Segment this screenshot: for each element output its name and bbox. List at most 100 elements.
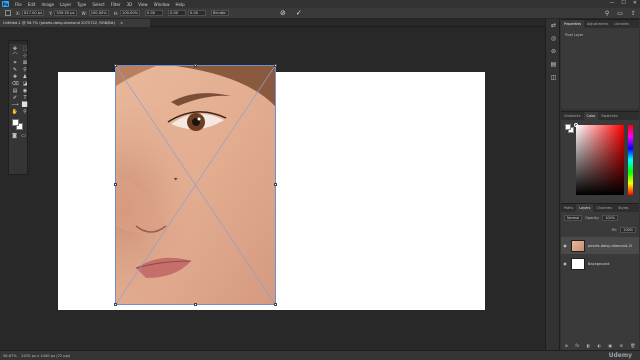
close-tab-icon[interactable]: × bbox=[120, 21, 123, 25]
character-icon[interactable]: ◫ bbox=[546, 71, 561, 84]
commit-transform-icon[interactable]: ✓ bbox=[296, 9, 302, 17]
opacity-field[interactable]: 100% bbox=[602, 215, 618, 221]
transform-handle-bottom-left[interactable] bbox=[114, 303, 117, 306]
transform-bounding-box[interactable] bbox=[114, 64, 277, 306]
tab-channels[interactable]: Channels bbox=[593, 204, 615, 212]
minimize-button[interactable]: — bbox=[609, 0, 614, 6]
type-tool-icon[interactable]: T bbox=[21, 95, 29, 101]
maximize-button[interactable]: ☐ bbox=[621, 0, 625, 6]
workspace-icon[interactable]: ▭ bbox=[617, 10, 623, 17]
move-tool-icon[interactable]: ✥ bbox=[11, 46, 19, 52]
color-picker-marker[interactable] bbox=[574, 123, 578, 127]
quick-mask-icon[interactable]: ◙ bbox=[11, 133, 18, 139]
color-spectrum-picker[interactable] bbox=[574, 123, 624, 195]
layer-name[interactable]: Background bbox=[588, 262, 632, 266]
layer-row-photo[interactable]: ◉ pexels-daisy-diamond-2075722 bbox=[561, 237, 639, 254]
pen-tool-icon[interactable]: ✐ bbox=[11, 95, 19, 101]
transform-handle-bottom-center[interactable] bbox=[194, 303, 197, 306]
reference-point-group bbox=[5, 10, 11, 16]
menu-edit[interactable]: Edit bbox=[25, 2, 39, 7]
width-field[interactable]: 100.00% bbox=[88, 10, 109, 16]
menu-3d[interactable]: 3D bbox=[124, 2, 136, 7]
gradient-tool-icon[interactable]: ◪ bbox=[21, 81, 29, 87]
brush-settings-icon[interactable]: ⊜ bbox=[546, 45, 561, 58]
blend-mode-select[interactable]: Normal bbox=[564, 215, 583, 221]
interpolation-select[interactable]: Bicubic bbox=[211, 10, 230, 16]
menu-image[interactable]: Image bbox=[38, 2, 57, 7]
visibility-eye-icon[interactable]: ◉ bbox=[561, 243, 569, 248]
document-tab[interactable]: Untitled-1 @ 56.7% (pexels-daisy-diamond… bbox=[0, 19, 150, 27]
layer-name[interactable]: pexels-daisy-diamond-2075722 bbox=[588, 244, 632, 248]
close-window-button[interactable]: ✕ bbox=[633, 0, 637, 6]
height-field[interactable]: 100.00% bbox=[120, 10, 141, 16]
tab-properties[interactable]: Properties bbox=[561, 20, 585, 28]
adjustment-layer-icon[interactable]: ◐ bbox=[598, 343, 602, 348]
hand-tool-icon[interactable]: ✋ bbox=[11, 109, 19, 115]
color-panel-foreground-swatch[interactable] bbox=[565, 124, 571, 130]
menu-filter[interactable]: Filter bbox=[108, 2, 124, 7]
menu-select[interactable]: Select bbox=[89, 2, 107, 7]
y-position-field[interactable]: 539.50 px bbox=[54, 10, 77, 16]
tab-libraries[interactable]: Libraries bbox=[611, 20, 632, 28]
menu-layer[interactable]: Layer bbox=[57, 2, 74, 7]
history-icon[interactable]: ⇄ bbox=[546, 19, 561, 32]
tab-styles[interactable]: Styles bbox=[615, 204, 631, 212]
info-icon[interactable]: ◎ bbox=[546, 32, 561, 45]
h-skew-field[interactable]: 0.00 bbox=[168, 10, 187, 16]
v-skew-field[interactable]: 0.00 bbox=[188, 10, 207, 16]
layer-style-icon[interactable]: fx bbox=[575, 343, 579, 348]
tab-color[interactable]: Color bbox=[583, 112, 599, 120]
link-layers-icon[interactable]: ⊕ bbox=[565, 343, 568, 348]
menu-view[interactable]: View bbox=[135, 2, 151, 7]
menu-type[interactable]: Type bbox=[74, 2, 89, 7]
visibility-eye-icon[interactable]: ◉ bbox=[561, 261, 569, 266]
layer-row-background[interactable]: ◉ Background bbox=[561, 255, 639, 272]
history-brush-tool-icon[interactable]: ▤ bbox=[11, 88, 19, 94]
tab-gradients[interactable]: Gradients bbox=[561, 112, 584, 120]
menu-window[interactable]: Window bbox=[151, 2, 173, 7]
eraser-tool-icon[interactable]: ⌫ bbox=[11, 81, 19, 87]
transform-handle-middle-left[interactable] bbox=[114, 183, 117, 186]
frame-tool-icon[interactable]: ⊠ bbox=[21, 60, 29, 66]
group-icon[interactable]: ▣ bbox=[608, 343, 612, 348]
zoom-tool-icon[interactable]: ⚲ bbox=[21, 109, 29, 115]
clone-stamp-tool-icon[interactable]: ♟ bbox=[21, 74, 29, 80]
brush-tool-icon[interactable]: ✚ bbox=[11, 74, 19, 80]
search-icon[interactable]: ⚲ bbox=[605, 10, 609, 17]
layer-mask-icon[interactable]: ◧ bbox=[586, 343, 590, 348]
tab-layers[interactable]: Layers bbox=[576, 204, 594, 212]
path-select-tool-icon[interactable]: ⟶ bbox=[11, 102, 19, 108]
right-panel-dock: Properties Adjustments Libraries Pixel L… bbox=[560, 19, 640, 350]
menu-file[interactable]: File bbox=[12, 2, 25, 7]
eyedropper-tool-icon[interactable]: ✎ bbox=[11, 67, 19, 73]
paragraph-icon[interactable]: ▤ bbox=[546, 58, 561, 71]
transform-handle-top-center[interactable] bbox=[194, 64, 197, 67]
transform-handle-top-left[interactable] bbox=[114, 64, 117, 67]
menu-help[interactable]: Help bbox=[172, 2, 187, 7]
reference-point-icon[interactable] bbox=[5, 10, 11, 16]
x-position-field[interactable]: 817.00 px bbox=[22, 10, 45, 16]
cancel-transform-icon[interactable]: ⊘ bbox=[280, 9, 286, 17]
crop-tool-icon[interactable]: ⌗ bbox=[11, 60, 19, 66]
spot-heal-tool-icon[interactable]: ⚲ bbox=[21, 67, 29, 73]
tab-swatches[interactable]: Swatches bbox=[598, 112, 620, 120]
delete-layer-icon[interactable]: 🗑 bbox=[630, 343, 635, 348]
lasso-tool-icon[interactable]: ⌒ bbox=[11, 53, 19, 59]
screen-mode-icon[interactable]: ▭ bbox=[20, 133, 27, 139]
quick-select-tool-icon[interactable]: ⊹ bbox=[21, 53, 29, 59]
rectangle-tool-icon[interactable]: ⬜ bbox=[21, 102, 29, 108]
artboard-tool-icon[interactable]: ⬚ bbox=[21, 46, 29, 52]
tab-paths[interactable]: Paths bbox=[561, 204, 576, 212]
fill-field[interactable]: 100% bbox=[620, 227, 636, 233]
angle-field[interactable]: 0.00 bbox=[145, 10, 164, 16]
tab-adjustments[interactable]: Adjustments bbox=[584, 20, 611, 28]
transform-handle-bottom-right[interactable] bbox=[274, 303, 277, 306]
foreground-color-swatch[interactable] bbox=[12, 119, 19, 126]
share-icon[interactable]: ⇪ bbox=[631, 10, 636, 17]
hue-slider[interactable] bbox=[628, 125, 633, 195]
transform-handle-middle-right[interactable] bbox=[274, 183, 277, 186]
transform-handle-top-right[interactable] bbox=[274, 64, 277, 67]
dodge-tool-icon[interactable]: ◉ bbox=[21, 88, 29, 94]
zoom-level[interactable]: 56.67% bbox=[3, 354, 17, 358]
new-layer-icon[interactable]: ⊞ bbox=[620, 343, 623, 348]
